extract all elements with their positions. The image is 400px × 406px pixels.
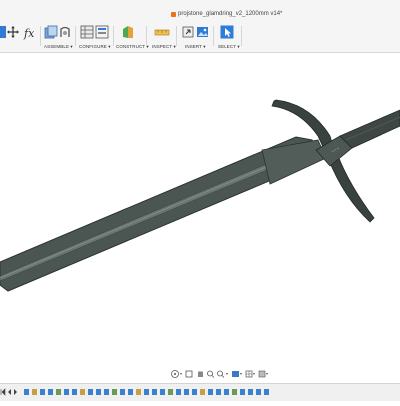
assemble-menu[interactable]: ASSEMBLE ▾ bbox=[44, 44, 73, 50]
viewports-icon[interactable] bbox=[258, 370, 266, 378]
dropdown-caret-icon[interactable] bbox=[266, 373, 268, 375]
insert-menu[interactable]: INSERT ▾ bbox=[185, 44, 206, 50]
display-settings-icon[interactable] bbox=[232, 371, 239, 377]
toolbar-separator bbox=[113, 26, 114, 46]
blade-ridge-line bbox=[0, 151, 303, 279]
dropdown-caret-icon[interactable] bbox=[240, 373, 242, 375]
select-icon[interactable] bbox=[220, 24, 234, 40]
orbit-icon[interactable] bbox=[171, 370, 179, 378]
sword-grip[interactable] bbox=[339, 109, 400, 149]
configure-rule-icon[interactable] bbox=[95, 24, 109, 40]
toolbar-separator bbox=[40, 26, 41, 46]
toolbar-separator bbox=[176, 26, 177, 46]
pan-icon[interactable] bbox=[198, 371, 203, 377]
toolbar-separator bbox=[146, 26, 147, 46]
grid-settings-icon[interactable] bbox=[245, 370, 253, 378]
parameters-fx-button[interactable]: fx bbox=[24, 27, 34, 43]
timeline-playback-controls[interactable] bbox=[0, 388, 17, 396]
dropdown-caret-icon[interactable] bbox=[253, 373, 255, 375]
zoom-icon[interactable] bbox=[207, 370, 215, 378]
dropdown-caret-icon[interactable] bbox=[180, 373, 182, 375]
timeline-feature-icons[interactable] bbox=[24, 389, 269, 395]
move-icon[interactable] bbox=[7, 24, 19, 40]
blade-ricasso bbox=[261, 139, 327, 185]
timeline-bar bbox=[0, 383, 400, 401]
title-bar: projstone_glamdring_v2_1200mm v14* bbox=[0, 0, 400, 23]
new-component-icon[interactable] bbox=[44, 24, 58, 40]
toolbar-separator bbox=[213, 26, 214, 46]
select-menu[interactable]: SELECT ▾ bbox=[218, 44, 240, 50]
look-at-icon[interactable] bbox=[185, 370, 193, 378]
toolbar: fx ASSEMBLE ▾ CONFIGURE ▾ CONSTRUCT ▾ IN… bbox=[0, 22, 400, 53]
insert-image-icon[interactable] bbox=[196, 24, 209, 40]
document-title-text: projstone_glamdring_v2_1200mm v14* bbox=[178, 11, 283, 17]
blade-fuller bbox=[0, 149, 304, 282]
timeline-features[interactable] bbox=[0, 384, 400, 401]
toolbar-separator bbox=[75, 26, 76, 46]
inspect-menu[interactable]: INSPECT ▾ bbox=[152, 44, 176, 50]
insert-derive-icon[interactable] bbox=[182, 24, 195, 40]
document-title: projstone_glamdring_v2_1200mm v14* bbox=[170, 11, 282, 17]
configure-menu[interactable]: CONFIGURE ▾ bbox=[79, 44, 111, 50]
crossguard-lower[interactable] bbox=[327, 155, 375, 223]
sword-model[interactable]: ≈≈≈ bbox=[0, 53, 400, 365]
measure-icon[interactable] bbox=[154, 24, 170, 40]
dropdown-caret-icon[interactable] bbox=[226, 373, 228, 375]
joint-icon[interactable] bbox=[59, 24, 71, 40]
3d-viewport[interactable]: ≈≈≈ bbox=[0, 53, 400, 365]
configure-table-icon[interactable] bbox=[80, 24, 94, 40]
toolbar-separator bbox=[241, 26, 242, 46]
fit-icon[interactable] bbox=[217, 370, 225, 378]
navigation-bar bbox=[171, 370, 268, 378]
construct-menu[interactable]: CONSTRUCT ▾ bbox=[116, 44, 149, 50]
construct-plane-icon[interactable] bbox=[121, 24, 135, 40]
